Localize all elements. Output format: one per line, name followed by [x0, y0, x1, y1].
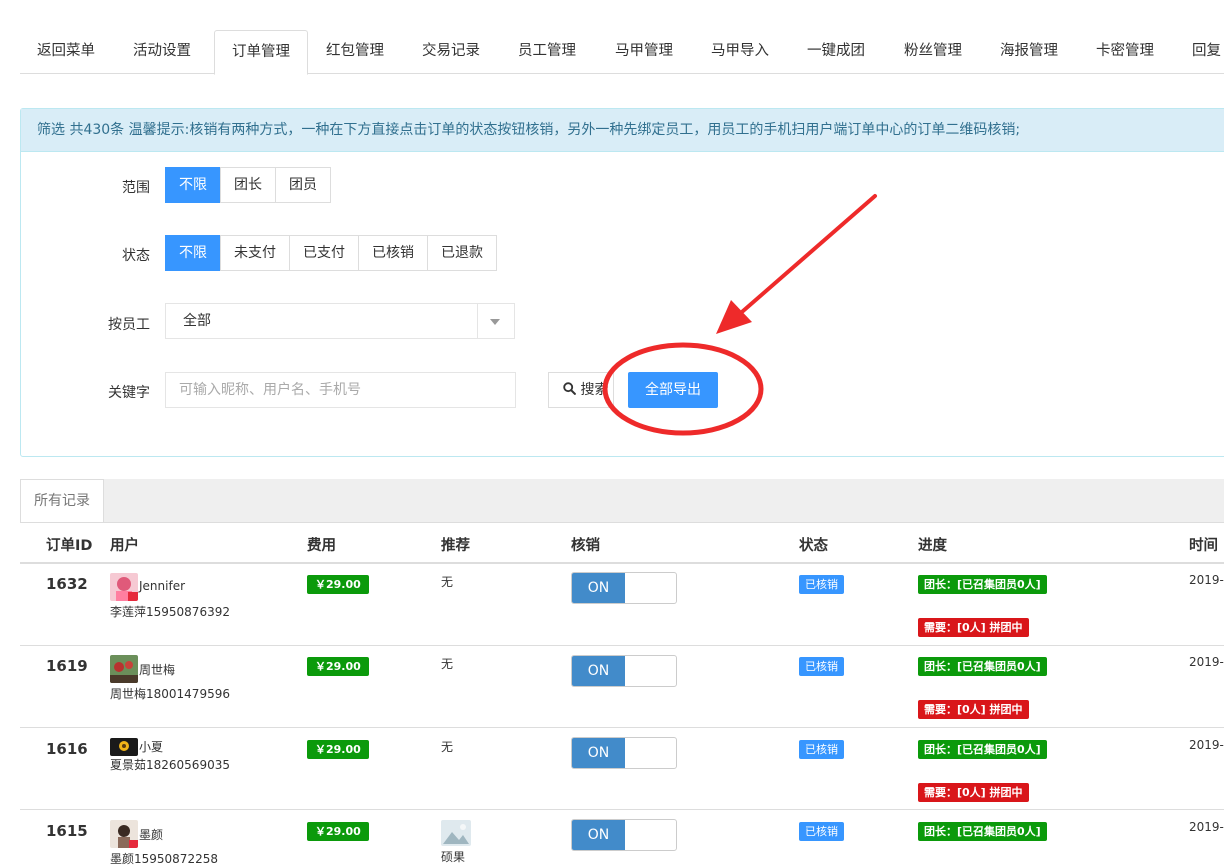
tab-vest-management[interactable]: 马甲管理 [615, 30, 673, 73]
col-fee: 费用 [307, 538, 336, 554]
referrer: 无 [441, 657, 454, 671]
order-id: 1632 [46, 575, 88, 593]
progress-need: 需要：[0人] 拼团中 [918, 783, 1029, 802]
status-option-refunded[interactable]: 已退款 [427, 235, 497, 271]
staff-select-toggle[interactable] [477, 304, 514, 338]
scope-options: 不限 团长 团员 [165, 167, 331, 203]
progress-need: 需要：[0人] 拼团中 [918, 618, 1029, 637]
tab-red-packet[interactable]: 红包管理 [326, 30, 384, 73]
staff-select-value: 全部 [183, 313, 211, 329]
fee-badge: ￥29.00 [307, 822, 369, 841]
tab-back-menu[interactable]: 返回菜单 [37, 30, 95, 73]
user-nickname: 小夏 [139, 740, 164, 754]
referrer: 无 [441, 740, 454, 754]
row-divider [20, 727, 1224, 728]
progress-leader: 团长：[已召集团员0人] [918, 657, 1047, 676]
staff-select[interactable]: 全部 [165, 303, 515, 339]
row-divider [20, 645, 1224, 646]
search-icon [563, 382, 576, 395]
keyword-input[interactable] [165, 372, 516, 408]
col-time: 时间 [1189, 538, 1218, 554]
col-progress: 进度 [918, 538, 947, 554]
order-time: 2019-1 [1189, 573, 1224, 587]
filter-hint: 筛选 共430条 温馨提示:核销有两种方式，一种在下方直接点击订单的状态按钮核销… [21, 109, 1224, 152]
referrer: 无 [441, 575, 454, 589]
status-badge: 已核销 [799, 575, 844, 594]
user-nickname: Jennifer [139, 579, 186, 593]
progress-leader: 团长：[已召集团员0人] [918, 740, 1047, 759]
order-time: 2019-1 [1189, 655, 1224, 669]
referrer-avatar [441, 820, 471, 846]
status-option-verified[interactable]: 已核销 [358, 235, 428, 271]
top-nav: 返回菜单 活动设置 订单管理 红包管理 交易记录 员工管理 马甲管理 马甲导入 … [20, 30, 1224, 75]
records-tabbar: 所有记录 [20, 479, 1224, 523]
user-name-phone: 墨颜15950872258 [110, 852, 218, 866]
tab-posters[interactable]: 海报管理 [1000, 30, 1058, 73]
toggle-on-label: ON [572, 738, 625, 768]
status-option-all[interactable]: 不限 [165, 235, 221, 271]
col-referrer: 推荐 [441, 538, 470, 554]
status-option-unpaid[interactable]: 未支付 [220, 235, 290, 271]
col-user: 用户 [110, 538, 139, 554]
fee-badge: ￥29.00 [307, 740, 369, 759]
tab-vest-import[interactable]: 马甲导入 [711, 30, 769, 73]
user-nickname: 墨颜 [139, 828, 164, 842]
status-badge: 已核销 [799, 822, 844, 841]
verify-toggle[interactable]: ON [571, 572, 677, 604]
search-button-label: 搜索 [580, 382, 609, 398]
export-all-button[interactable]: 全部导出 [628, 372, 718, 408]
tab-one-click-group[interactable]: 一键成团 [807, 30, 865, 73]
user-nickname: 周世梅 [139, 663, 176, 677]
order-id: 1616 [46, 740, 88, 758]
tab-transactions[interactable]: 交易记录 [422, 30, 480, 73]
tab-card-codes[interactable]: 卡密管理 [1096, 30, 1154, 73]
tab-order-management[interactable]: 订单管理 [214, 30, 308, 75]
progress-leader: 团长：[已召集团员0人] [918, 575, 1047, 594]
fee-badge: ￥29.00 [307, 657, 369, 676]
search-button[interactable]: 搜索 [548, 372, 614, 408]
order-time: 2019-1 [1189, 738, 1224, 752]
table-header-divider [20, 562, 1224, 564]
fee-badge: ￥29.00 [307, 575, 369, 594]
toggle-on-label: ON [572, 820, 625, 850]
user-name-phone: 夏景茹18260569035 [110, 758, 230, 772]
status-option-paid[interactable]: 已支付 [289, 235, 359, 271]
tab-staff[interactable]: 员工管理 [518, 30, 576, 73]
scope-option-all[interactable]: 不限 [165, 167, 221, 203]
avatar [110, 655, 138, 683]
status-badge: 已核销 [799, 740, 844, 759]
tab-all-records[interactable]: 所有记录 [20, 479, 104, 522]
verify-toggle[interactable]: ON [571, 819, 677, 851]
toggle-on-label: ON [572, 573, 625, 603]
avatar [110, 573, 138, 601]
tab-fans[interactable]: 粉丝管理 [904, 30, 962, 73]
verify-toggle[interactable]: ON [571, 655, 677, 687]
verify-toggle[interactable]: ON [571, 737, 677, 769]
progress-leader: 团长：[已召集团员0人] [918, 822, 1047, 841]
chevron-down-icon [490, 319, 500, 325]
order-id: 1615 [46, 822, 88, 840]
order-id: 1619 [46, 657, 88, 675]
col-status: 状态 [799, 538, 828, 554]
status-badge: 已核销 [799, 657, 844, 676]
scope-option-member[interactable]: 团员 [275, 167, 331, 203]
toggle-on-label: ON [572, 656, 625, 686]
user-name-phone: 李莲萍15950876392 [110, 605, 230, 619]
scope-option-leader[interactable]: 团长 [220, 167, 276, 203]
col-order-id: 订单ID [46, 538, 93, 554]
order-time: 2019-1 [1189, 820, 1224, 834]
status-label: 状态 [122, 248, 150, 264]
col-verify: 核销 [571, 538, 600, 554]
staff-label: 按员工 [108, 317, 150, 333]
avatar [110, 738, 138, 756]
keyword-label: 关键字 [108, 385, 150, 401]
user-name-phone: 周世梅18001479596 [110, 687, 230, 701]
tab-reply[interactable]: 回复 [1192, 30, 1224, 73]
tab-activity-settings[interactable]: 活动设置 [133, 30, 191, 73]
avatar [110, 820, 138, 848]
scope-label: 范围 [122, 180, 150, 196]
progress-need: 需要：[0人] 拼团中 [918, 700, 1029, 719]
status-options: 不限 未支付 已支付 已核销 已退款 [165, 235, 497, 271]
row-divider [20, 809, 1224, 810]
